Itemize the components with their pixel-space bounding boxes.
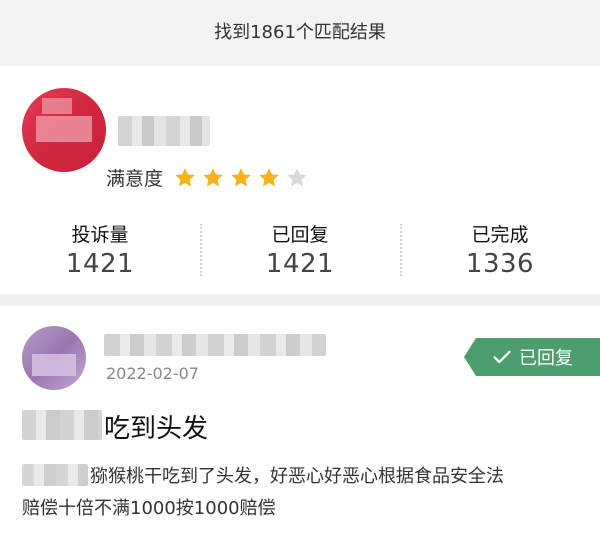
merchant-name-blurred [118, 116, 210, 146]
stat-value: 1336 [465, 249, 535, 279]
stat-value: 1421 [265, 249, 335, 279]
title-blurred-prefix [22, 410, 102, 440]
complaint-title[interactable]: 吃到头发 [104, 408, 208, 445]
status-badge-label: 已回复 [519, 348, 573, 369]
star-filled-icon [173, 166, 197, 190]
stat-complaints: 投诉量 1421 [0, 216, 200, 284]
merchant-stats: 投诉量 1421 已回复 1421 已完成 1336 [0, 216, 600, 284]
complaint-card[interactable]: 2022-02-07 已回复 吃到头发 猕猴桃干吃到了头发，好恶心好恶心根据食品… [0, 306, 600, 544]
star-filled-icon [201, 166, 225, 190]
stat-value: 1421 [65, 249, 135, 279]
body-blurred-prefix [22, 464, 88, 486]
status-badge: 已回复 [464, 338, 600, 376]
satisfaction-label: 满意度 [106, 168, 164, 190]
stat-label: 投诉量 [71, 224, 129, 246]
check-icon [491, 346, 513, 368]
result-count-header: 找到1861个匹配结果 [0, 0, 600, 62]
result-count-text: 找到1861个匹配结果 [214, 22, 386, 43]
complaint-body-line-1: 猕猴桃干吃到了头发，好恶心好恶心根据食品安全法 [90, 466, 504, 487]
star-filled-icon [229, 166, 253, 190]
merchant-avatar [22, 88, 106, 172]
star-filled-icon [257, 166, 281, 190]
user-name-blurred [104, 334, 326, 356]
complaint-body-line-2: 赔偿十倍不满1000按1000赔偿 [22, 498, 276, 519]
user-avatar [22, 326, 86, 390]
star-rating [173, 166, 309, 190]
stat-replied: 已回复 1421 [200, 216, 400, 284]
merchant-card[interactable]: 满意度 投诉量 1421 已回复 1421 已完成 1336 [0, 66, 600, 294]
stat-completed: 已完成 1336 [400, 216, 600, 284]
stat-label: 已完成 [471, 224, 529, 246]
satisfaction-rating: 满意度 [106, 164, 309, 191]
complaint-date: 2022-02-07 [106, 364, 199, 383]
section-divider [0, 294, 600, 306]
stat-label: 已回复 [271, 224, 329, 246]
star-empty-icon [285, 166, 309, 190]
